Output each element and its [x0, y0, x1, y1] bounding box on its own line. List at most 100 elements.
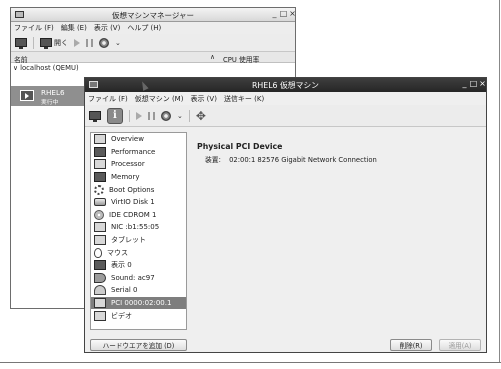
page-border-bottom	[0, 362, 501, 363]
hw-item-label: Boot Options	[109, 185, 155, 194]
hw-item-label: Overview	[111, 135, 144, 144]
minimize-icon[interactable]: _	[270, 9, 279, 18]
page-border-right	[499, 0, 500, 362]
rhel6-toolbar: ⌄ ✥	[85, 105, 486, 127]
vm-manager-menubar: ファイル (F) 編集 (E) 表示 (V) ヘルプ (H)	[11, 22, 295, 34]
pci-icon	[94, 298, 106, 309]
hw-item-mouse[interactable]: マウス	[91, 246, 186, 259]
hw-item-label: Memory	[111, 173, 140, 182]
hw-item-pci[interactable]: PCI 0000:02:00.1	[91, 296, 186, 310]
new-vm-button[interactable]	[15, 38, 27, 49]
run-icon[interactable]	[74, 38, 80, 47]
vm-manager-title: 仮想マシンマネージャー	[112, 11, 194, 20]
details-icon[interactable]	[107, 107, 123, 124]
rhel6-menubar: ファイル (F) 仮想マシン (M) 表示 (V) 送信キー (K)	[85, 92, 486, 105]
network-icon	[94, 222, 106, 233]
vm-manager-titlebar[interactable]: 仮想マシンマネージャー _ □ ×	[11, 8, 297, 22]
hw-item-virtio-disk[interactable]: VirtIO Disk 1	[91, 196, 186, 209]
hw-item-label: 表示 0	[111, 261, 132, 270]
hw-item-label: Performance	[111, 147, 156, 156]
mouse-icon	[94, 247, 102, 258]
console-icon[interactable]	[89, 111, 101, 122]
device-key: 装置:	[205, 156, 221, 164]
hw-item-display[interactable]: 表示 0	[91, 259, 186, 272]
chevron-down-icon[interactable]: ⌄	[177, 112, 183, 120]
add-hardware-button[interactable]: ハードウエアを追加 (D)	[90, 339, 187, 351]
hw-item-label: NIC :b1:55:05	[111, 223, 160, 232]
menu-edit[interactable]: 編集 (E)	[61, 23, 87, 33]
menu-view[interactable]: 表示 (V)	[94, 23, 120, 33]
shutdown-icon[interactable]	[161, 110, 171, 121]
maximize-icon[interactable]: □	[469, 79, 478, 88]
display-icon	[94, 260, 106, 271]
video-icon	[94, 310, 106, 321]
menu-view[interactable]: 表示 (V)	[190, 94, 216, 104]
vm-name: RHEL6	[41, 88, 65, 97]
host-label: ∨ localhost (QEMU)	[13, 64, 79, 72]
hw-item-video[interactable]: ビデオ	[91, 309, 186, 322]
performance-icon	[94, 146, 106, 157]
host-row[interactable]: ∨ localhost (QEMU)	[11, 63, 295, 73]
gear-icon	[94, 184, 104, 195]
shutdown-icon[interactable]	[99, 37, 109, 48]
serial-icon	[94, 285, 106, 296]
hw-item-label: タブレット	[111, 236, 146, 245]
hw-item-label: ビデオ	[111, 311, 132, 320]
hw-item-memory[interactable]: Memory	[91, 171, 186, 184]
new-vm-icon	[15, 38, 27, 49]
hw-item-label: VirtIO Disk 1	[111, 198, 155, 207]
apply-button[interactable]: 適用(A)	[439, 339, 481, 351]
menu-virtual-machine[interactable]: 仮想マシン (M)	[135, 94, 184, 104]
sort-arrow-icon[interactable]: ∧	[210, 53, 215, 61]
vm-state: 実行中	[41, 100, 59, 106]
pause-icon[interactable]	[86, 38, 93, 47]
hw-item-label: IDE CDROM 1	[109, 210, 157, 219]
monitor-icon	[40, 38, 52, 49]
tablet-icon	[94, 235, 106, 246]
device-row: 装置: 02:00:1 82576 Gigabit Network Connec…	[205, 154, 377, 164]
sound-icon	[94, 272, 106, 283]
minimize-icon[interactable]: _	[460, 79, 469, 88]
menu-help[interactable]: ヘルプ (H)	[127, 23, 161, 33]
menu-file[interactable]: ファイル (F)	[88, 94, 128, 104]
close-icon[interactable]: ×	[288, 9, 297, 18]
chevron-down-icon[interactable]: ⌄	[115, 39, 121, 47]
hw-item-performance[interactable]: Performance	[91, 146, 186, 159]
rhel6-vm-window: RHEL6 仮想マシン _ □ × ファイル (F) 仮想マシン (M) 表示 …	[84, 77, 487, 353]
open-button[interactable]: 開く	[40, 38, 68, 49]
device-value: 02:00:1 82576 Gigabit Network Connection	[229, 156, 377, 164]
menu-send-key[interactable]: 送信キー (K)	[224, 94, 264, 104]
hw-item-label: Serial 0	[111, 286, 138, 295]
hw-item-label: マウス	[107, 248, 128, 257]
hw-item-cdrom[interactable]: IDE CDROM 1	[91, 209, 186, 222]
hw-item-label: PCI 0000:02:00.1	[111, 299, 172, 308]
toolbar-separator	[33, 36, 34, 49]
run-icon[interactable]	[136, 111, 142, 120]
hw-item-processor[interactable]: Processor	[91, 158, 186, 171]
vm-manager-toolbar: 開く ⌄	[11, 34, 295, 52]
hardware-list: Overview Performance Processor Memory Bo…	[90, 132, 187, 330]
hw-item-label: Sound: ac97	[111, 273, 155, 282]
close-icon[interactable]: ×	[478, 79, 487, 88]
cdrom-icon	[94, 209, 104, 220]
hw-item-sound[interactable]: Sound: ac97	[91, 272, 186, 285]
open-label: 開く	[54, 38, 68, 47]
remove-button[interactable]: 削除(R)	[390, 339, 432, 351]
hw-item-overview[interactable]: Overview	[91, 133, 186, 146]
disk-icon	[94, 198, 106, 207]
hw-item-label: Processor	[111, 160, 145, 169]
overview-icon	[94, 134, 106, 145]
hw-item-serial[interactable]: Serial 0	[91, 284, 186, 297]
hw-item-boot-options[interactable]: Boot Options	[91, 183, 186, 196]
hw-item-tablet[interactable]: タブレット	[91, 234, 186, 247]
menu-file[interactable]: ファイル (F)	[14, 23, 54, 33]
processor-icon	[94, 159, 106, 170]
toolbar-separator	[129, 109, 130, 122]
toolbar-separator	[188, 109, 190, 122]
pause-icon[interactable]	[148, 111, 155, 120]
maximize-icon[interactable]: □	[279, 9, 288, 18]
fullscreen-icon[interactable]: ✥	[196, 109, 206, 123]
running-vm-icon	[20, 90, 34, 101]
hw-item-nic[interactable]: NIC :b1:55:05	[91, 221, 186, 234]
memory-icon	[94, 172, 106, 183]
